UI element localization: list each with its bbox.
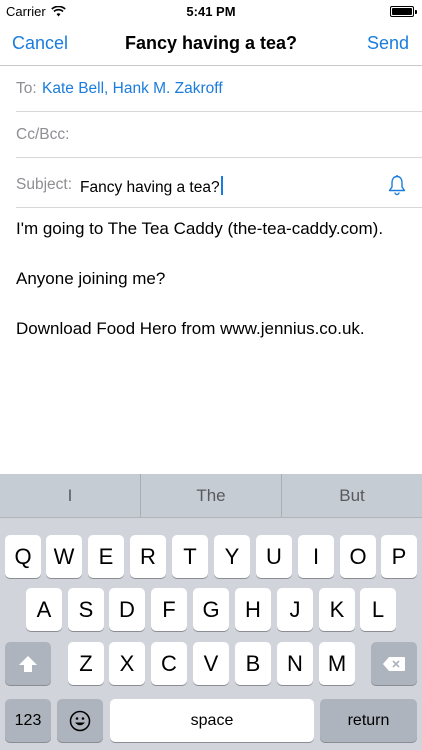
numbers-key[interactable]: 123 [5, 699, 51, 742]
key-q[interactable]: Q [5, 535, 41, 578]
key-o[interactable]: O [340, 535, 376, 578]
subject-text: Fancy having a tea? [80, 179, 220, 196]
to-recipients[interactable]: Kate Bell, Hank M. Zakroff [42, 80, 223, 98]
page-title: Fancy having a tea? [124, 33, 298, 53]
return-key[interactable]: return [320, 699, 417, 742]
cc-bcc-field[interactable]: Cc/Bcc: [16, 112, 422, 158]
text-caret [220, 176, 223, 195]
body-line: Download Food Hero from www.jennius.co.u… [16, 319, 365, 338]
body-line: I'm going to The Tea Caddy (the-tea-cadd… [16, 219, 384, 238]
key-z[interactable]: Z [68, 642, 104, 685]
subject-field[interactable]: Subject: Fancy having a tea? [16, 162, 422, 208]
backspace-icon [383, 656, 405, 671]
cc-bcc-label: Cc/Bcc: [16, 126, 70, 143]
key-g[interactable]: G [193, 588, 229, 631]
key-x[interactable]: X [109, 642, 145, 685]
status-bar: Carrier 5:41 PM [0, 0, 422, 22]
key-e[interactable]: E [88, 535, 124, 578]
subject-input[interactable]: Fancy having a tea? [80, 176, 223, 197]
cc-bcc-input[interactable] [82, 124, 412, 146]
subject-label: Subject: [16, 176, 73, 193]
suggestion-3[interactable]: But [282, 474, 422, 517]
key-m[interactable]: M [319, 642, 355, 685]
key-a[interactable]: A [26, 588, 62, 631]
bell-icon[interactable] [386, 174, 408, 196]
key-p[interactable]: P [381, 535, 417, 578]
to-label: To: [16, 80, 37, 97]
key-y[interactable]: Y [214, 535, 250, 578]
body-line: Anyone joining me? [16, 269, 166, 288]
key-i[interactable]: I [298, 535, 334, 578]
message-body[interactable]: I'm going to The Tea Caddy (the-tea-cadd… [16, 219, 412, 369]
suggestion-2[interactable]: The [141, 474, 281, 517]
suggestion-1[interactable]: I [0, 474, 140, 517]
emoji-icon [69, 710, 91, 731]
to-field[interactable]: To: Kate Bell, Hank M. Zakroff [16, 66, 422, 112]
nav-bar: Cancel Fancy having a tea? Send [0, 22, 422, 66]
key-v[interactable]: V [193, 642, 229, 685]
key-k[interactable]: K [319, 588, 355, 631]
key-l[interactable]: L [360, 588, 396, 631]
key-f[interactable]: F [151, 588, 187, 631]
key-s[interactable]: S [68, 588, 104, 631]
key-b[interactable]: B [235, 642, 271, 685]
backspace-key[interactable] [371, 642, 417, 685]
key-h[interactable]: H [235, 588, 271, 631]
key-w[interactable]: W [46, 535, 82, 578]
status-time: 5:41 PM [186, 4, 236, 19]
shift-key[interactable] [5, 642, 51, 685]
key-u[interactable]: U [256, 535, 292, 578]
key-j[interactable]: J [277, 588, 313, 631]
shift-icon [19, 655, 37, 672]
key-c[interactable]: C [151, 642, 187, 685]
emoji-key[interactable] [57, 699, 103, 742]
key-t[interactable]: T [172, 535, 208, 578]
space-key[interactable]: space [110, 699, 314, 742]
keyboard: I The But Q W E R T Y U I O P A S D F G … [0, 474, 422, 750]
send-button[interactable]: Send [367, 33, 409, 54]
key-r[interactable]: R [130, 535, 166, 578]
key-d[interactable]: D [109, 588, 145, 631]
suggestion-bar: I The But [0, 474, 422, 518]
key-n[interactable]: N [277, 642, 313, 685]
battery-icon [390, 6, 417, 17]
